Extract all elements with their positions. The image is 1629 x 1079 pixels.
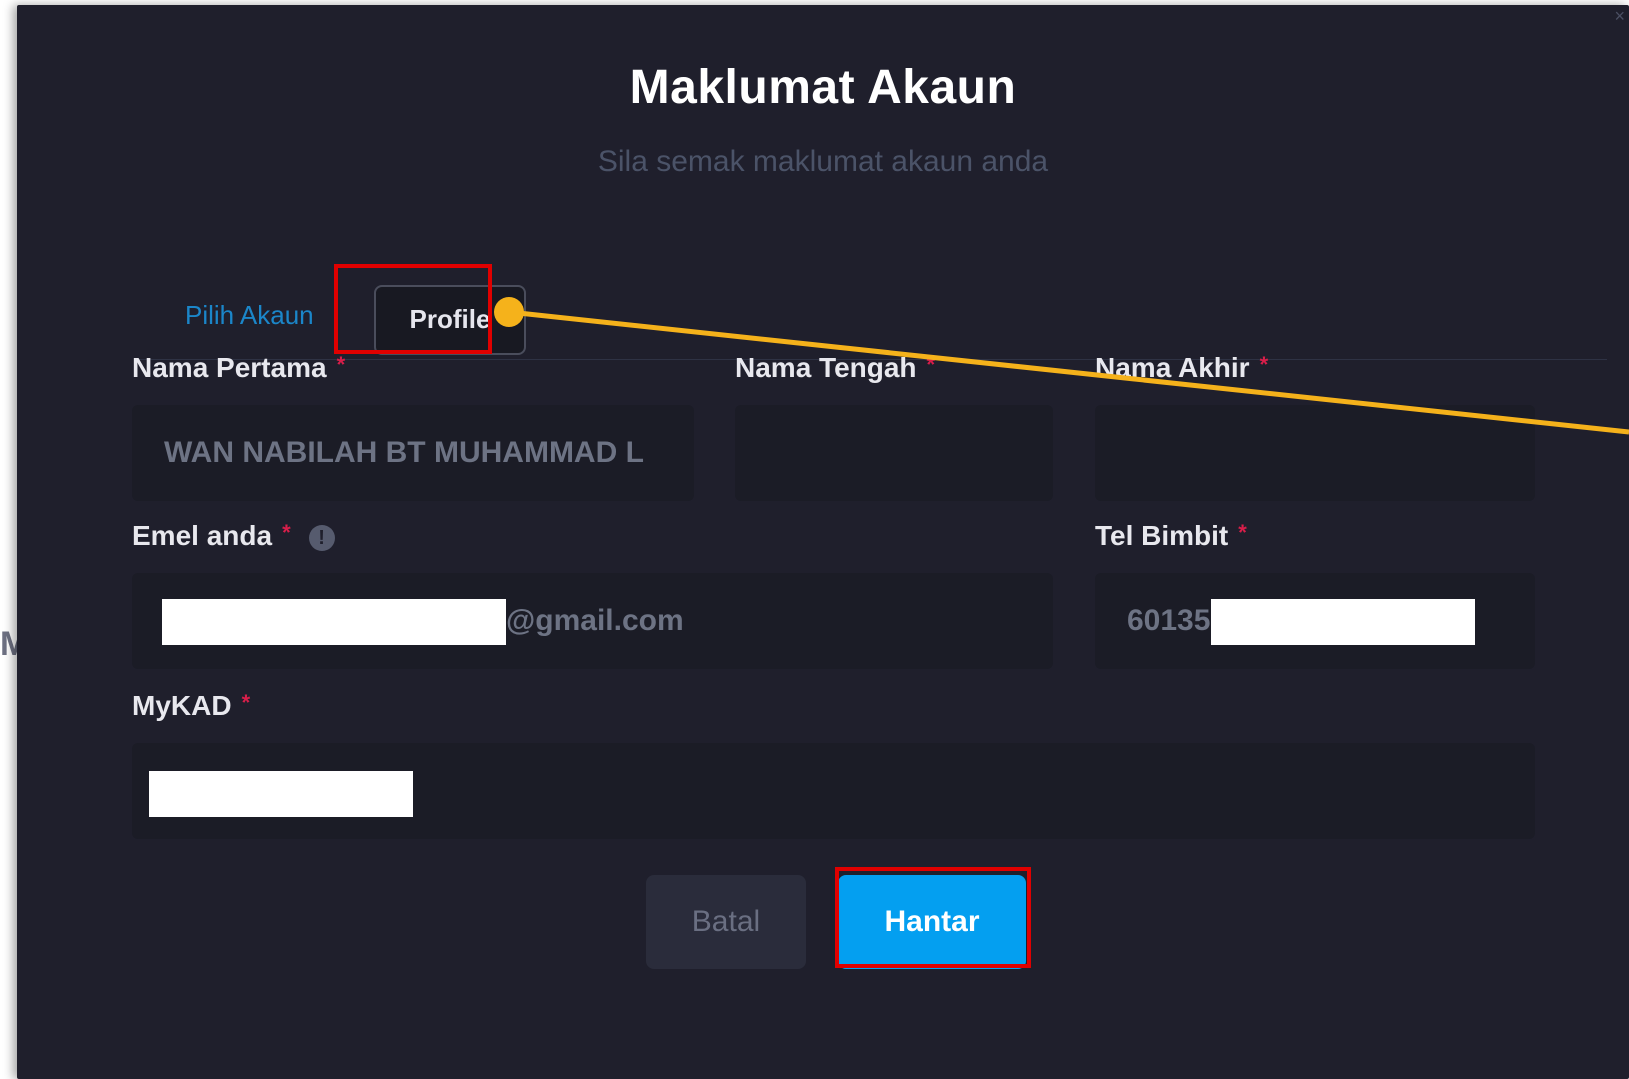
email-domain-text: @gmail.com [506,604,684,637]
redacted-mykad-number [149,771,413,817]
close-icon[interactable]: × [1614,7,1625,25]
middle-name-label: Nama Tengah * [735,352,935,384]
tab-pilih-akaun[interactable]: Pilih Akaun [185,300,314,331]
cancel-button[interactable]: Batal [646,875,806,969]
middle-name-field[interactable] [735,405,1053,501]
required-marker: * [1238,520,1247,545]
screenshot-page: M × Maklumat Akaun Sila semak maklumat a… [0,0,1629,1079]
email-label: Emel anda *! [132,520,335,552]
tab-bar: Pilih Akaun Profile [137,280,1607,360]
mykad-label-text: MyKAD [132,690,232,721]
middle-name-label-text: Nama Tengah [735,352,917,383]
required-marker: * [241,690,251,715]
account-info-modal: × Maklumat Akaun Sila semak maklumat aka… [17,5,1629,1079]
redacted-email-username [162,599,506,645]
email-label-text: Emel anda [132,520,273,551]
last-name-field[interactable] [1095,405,1535,501]
first-name-label-text: Nama Pertama [132,352,327,383]
last-name-label: Nama Akhir * [1095,352,1268,384]
first-name-field[interactable]: WAN NABILAH BT MUHAMMAD L [132,405,694,501]
modal-subtitle: Sila semak maklumat akaun anda [597,145,1049,178]
mykad-label: MyKAD * [132,690,250,722]
tab-profile[interactable]: Profile [374,285,526,355]
required-marker: * [926,352,936,377]
info-icon[interactable]: ! [308,524,335,551]
required-marker: * [336,352,346,377]
phone-label-text: Tel Bimbit [1095,520,1229,551]
required-marker: * [1259,352,1269,377]
phone-field[interactable]: 60135 [1095,573,1535,669]
first-name-label: Nama Pertama * [132,352,345,384]
mykad-field[interactable] [132,743,1535,839]
modal-title: Maklumat Akaun [629,61,1017,114]
redacted-phone-number [1211,599,1475,645]
required-marker: * [282,520,291,545]
phone-label: Tel Bimbit * [1095,520,1247,552]
submit-button[interactable]: Hantar [838,875,1026,969]
phone-prefix-text: 60135 [1127,604,1211,637]
last-name-label-text: Nama Akhir [1095,352,1250,383]
email-field[interactable]: @gmail.com [132,573,1053,669]
